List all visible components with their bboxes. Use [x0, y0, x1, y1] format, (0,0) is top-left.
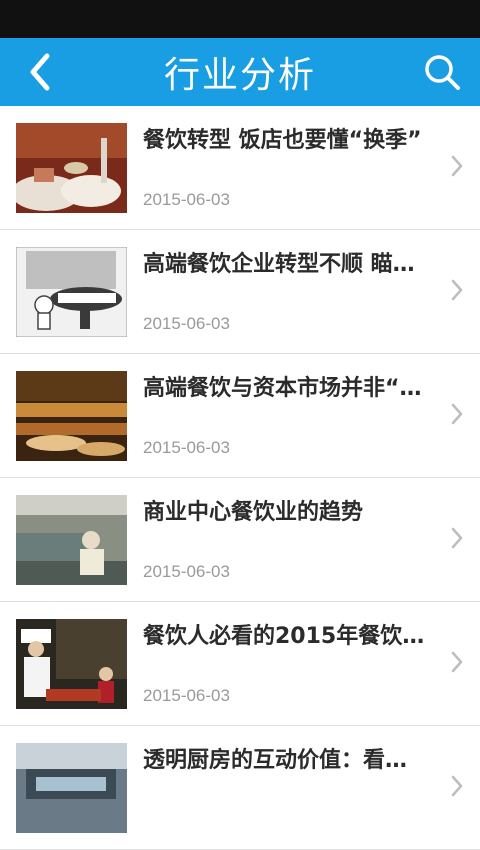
search-button[interactable]: [420, 50, 464, 94]
article-title: 透明厨房的互动价值：看…: [143, 748, 408, 773]
article-date: 2015-06-03: [143, 314, 230, 333]
article-date: 2015-06-03: [143, 190, 230, 209]
article-list-item[interactable]: 透明厨房的互动价值：看…: [0, 726, 480, 850]
app-header: 行业分析: [0, 38, 480, 106]
article-thumbnail: [16, 247, 127, 337]
chevron-right-icon: [451, 155, 463, 177]
article-title: 商业中心餐饮业的趋势: [143, 500, 364, 525]
article-list-item[interactable]: 高端餐饮与资本市场并非“… 2015-06-03: [0, 354, 480, 478]
back-button[interactable]: [20, 50, 60, 94]
article-list-item[interactable]: 高端餐饮企业转型不顺 瞄… 2015-06-03: [0, 230, 480, 354]
chevron-left-icon: [30, 53, 50, 91]
article-thumbnail: [16, 123, 127, 213]
chevron-right-icon: [451, 527, 463, 549]
search-icon: [425, 55, 460, 90]
article-thumbnail: [16, 371, 127, 461]
article-title: 餐饮人必看的2015年餐饮…: [143, 624, 425, 649]
chevron-right-icon: [451, 279, 463, 301]
article-title: 高端餐饮企业转型不顺 瞄…: [143, 252, 415, 277]
page-title: 行业分析: [163, 55, 316, 96]
chevron-right-icon: [451, 651, 463, 673]
article-thumbnail: [16, 619, 127, 709]
article-title: 高端餐饮与资本市场并非“…: [143, 376, 422, 401]
article-list-item[interactable]: 餐饮人必看的2015年餐饮… 2015-06-03: [0, 602, 480, 726]
article-title: 餐饮转型 饭店也要懂“换季”: [143, 128, 422, 153]
article-thumbnail: [16, 743, 127, 833]
status-bar: [0, 0, 480, 38]
article-date: 2015-06-03: [143, 562, 230, 581]
article-list-item[interactable]: 餐饮转型 饭店也要懂“换季” 2015-06-03: [0, 106, 480, 230]
chevron-right-icon: [451, 775, 463, 797]
article-thumbnail: [16, 495, 127, 585]
article-date: 2015-06-03: [143, 438, 230, 457]
article-list-item[interactable]: 商业中心餐饮业的趋势 2015-06-03: [0, 478, 480, 602]
article-date: 2015-06-03: [143, 686, 230, 705]
chevron-right-icon: [451, 403, 463, 425]
article-list: 餐饮转型 饭店也要懂“换季” 2015-06-03 高端餐饮企业转型不顺 瞄… …: [0, 106, 480, 850]
